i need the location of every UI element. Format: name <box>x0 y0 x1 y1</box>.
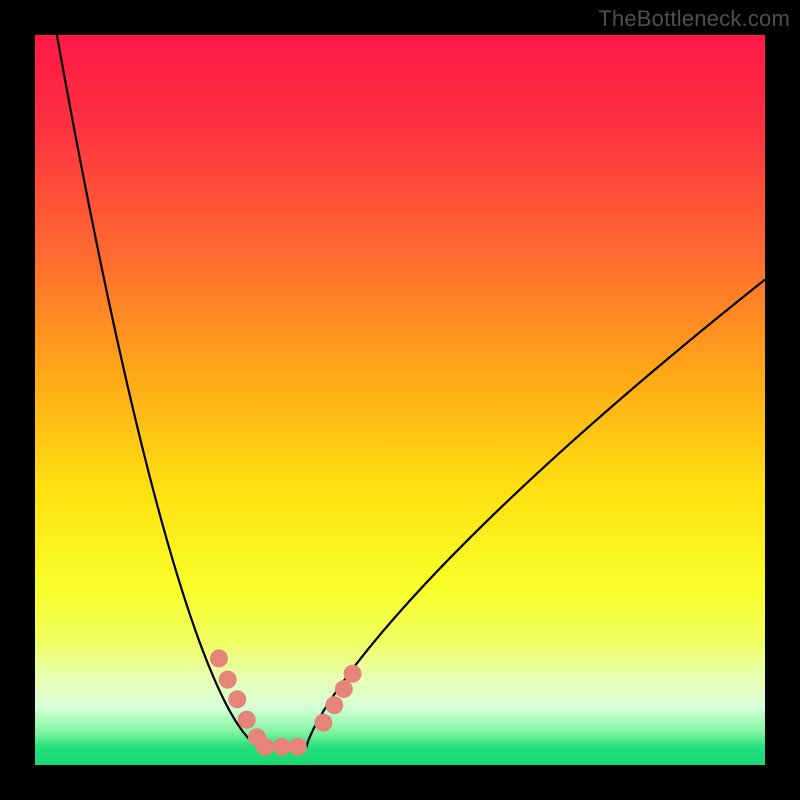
highlight-dot <box>219 671 237 689</box>
highlight-dot <box>289 738 307 756</box>
highlight-dot <box>256 738 274 756</box>
highlight-dot <box>210 649 228 667</box>
plot-svg <box>35 35 765 765</box>
highlight-dot <box>335 680 353 698</box>
watermark-text: TheBottleneck.com <box>598 6 790 32</box>
highlight-dot <box>228 690 246 708</box>
plot-area <box>35 35 765 765</box>
chart-frame: TheBottleneck.com <box>0 0 800 800</box>
gradient-background <box>35 35 765 765</box>
highlight-dot <box>325 696 343 714</box>
highlight-dot <box>238 711 256 729</box>
highlight-dot <box>273 738 291 756</box>
highlight-dot <box>344 665 362 683</box>
highlight-dot <box>314 714 332 732</box>
